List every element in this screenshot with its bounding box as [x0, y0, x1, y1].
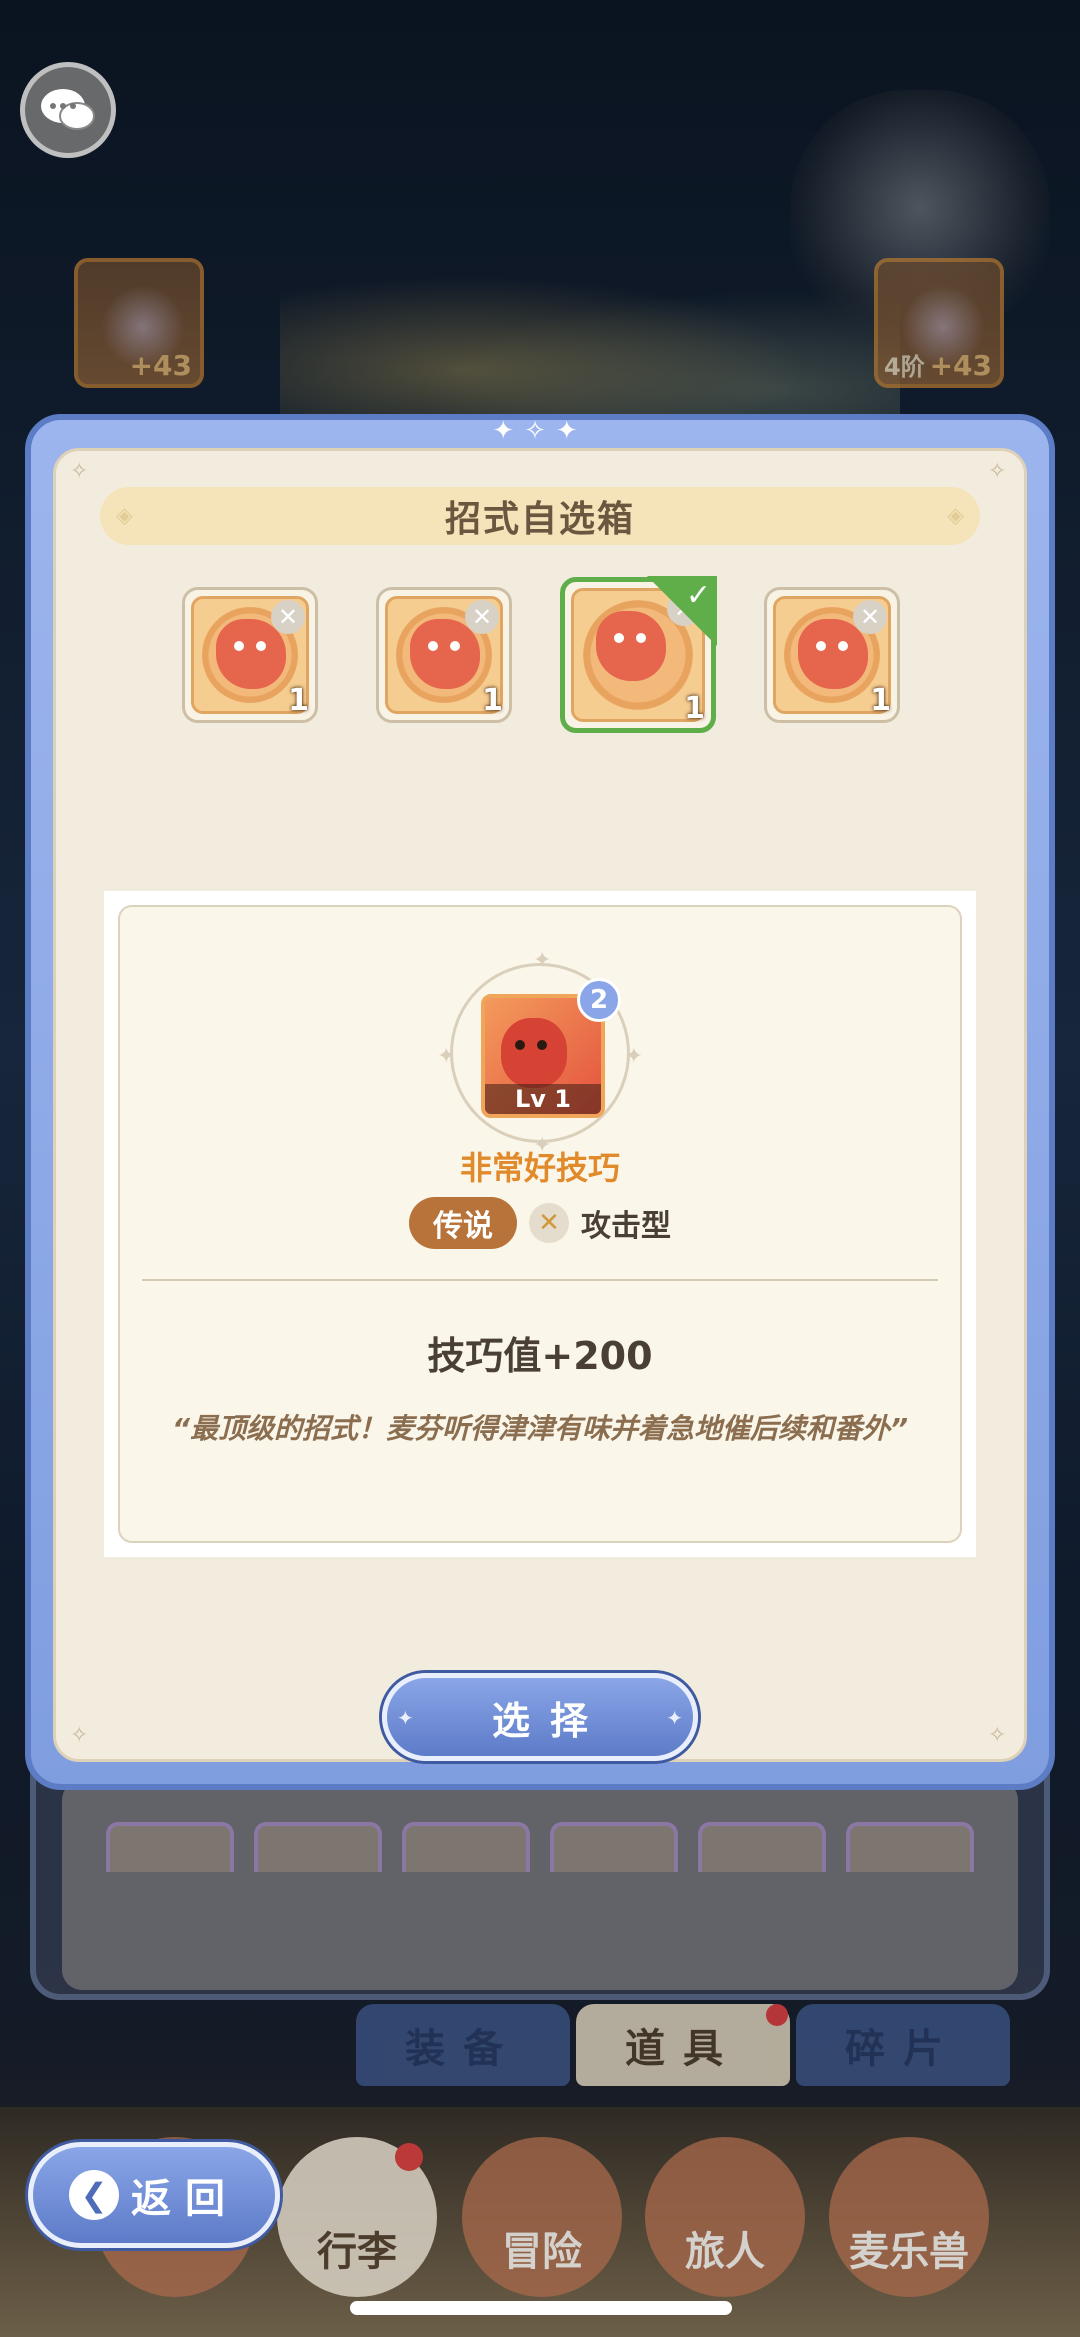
attack-type-icon: ✕ [271, 600, 305, 634]
sparkle-icon: ✦ [533, 948, 552, 973]
rank-badge: 2 [577, 978, 621, 1022]
checkmark-icon: ✓ [647, 576, 717, 646]
select-button[interactable]: ✦ 选择 ✦ [382, 1673, 698, 1761]
attack-type-icon: ✕ [853, 600, 887, 634]
skill-detail-body: ✦ ✦ ✦ ✦ Lv 1 2 非常好技巧 传说 ✕ 攻击型 技巧值+200 “最… [118, 905, 962, 1543]
divider [142, 1279, 938, 1281]
corner-ornament-icon: ✧ [70, 1723, 89, 1748]
skill-tags: 传说 ✕ 攻击型 [120, 1197, 960, 1249]
nav-traveler-label: 旅人 [685, 2229, 765, 2275]
inventory-slots [106, 1822, 974, 1872]
sparkle-icon: ✦ [397, 1706, 414, 1730]
tab-items-label: 道具 [625, 2026, 741, 2072]
skill-type: 攻击型 [581, 1209, 671, 1244]
tab-items[interactable]: 道具 [576, 2004, 790, 2086]
modal-title: 招式自选箱 [444, 499, 635, 540]
tab-equipment[interactable]: 装备 [356, 2004, 570, 2086]
nav-item-luggage[interactable]: 行李 [277, 2137, 437, 2297]
equipment-plus: +43 [129, 349, 192, 382]
inventory-slot[interactable] [402, 1822, 530, 1872]
notification-dot [395, 2143, 423, 2171]
inventory-slot[interactable] [106, 1822, 234, 1872]
corner-ornament-icon: ✧ [70, 459, 89, 484]
skill-emblem: ✦ ✦ ✦ ✦ Lv 1 2 [437, 948, 643, 1158]
chat-button[interactable] [20, 62, 116, 158]
sparkle-icon: ✦ [437, 1044, 456, 1069]
attack-type-icon: ✕ [465, 600, 499, 634]
inventory-slot[interactable] [550, 1822, 678, 1872]
select-label: 选择 [491, 1698, 608, 1743]
inventory-slot[interactable] [846, 1822, 974, 1872]
inventory-grid-area [62, 1780, 1018, 1990]
option-count: 1 [870, 683, 891, 718]
nav-adventure-label: 冒险 [502, 2229, 582, 2275]
modal-body: ✧ ✧ ✧ ✧ ◈ 招式自选箱 ◈ ✕ 1 ✕ 1 ✕ 1 ✓ ✕ 1 ✦ ✦ … [53, 448, 1027, 1762]
equipment-slot-right[interactable]: 4阶 +43 [874, 258, 1004, 388]
back-button[interactable]: ❮ 返回 [28, 2142, 280, 2248]
skill-option[interactable]: ✕ 1 [182, 587, 318, 723]
equipment-slot-left[interactable]: +43 [74, 258, 204, 388]
nav-luggage-label: 行李 [317, 2229, 397, 2275]
skill-quote: “最顶级的招式！麦芬听得津津有味并着急地催后续和番外” [171, 1412, 909, 1445]
inventory-tabs: 装备 道具 碎片 [356, 2004, 1010, 2086]
skill-options: ✕ 1 ✕ 1 ✕ 1 ✓ ✕ 1 [182, 576, 900, 733]
skill-name: 非常好技巧 [459, 1149, 620, 1187]
inventory-slot[interactable] [254, 1822, 382, 1872]
corner-ornament-icon: ✧ [988, 459, 1007, 484]
back-arrow-icon: ❮ [69, 2170, 119, 2220]
nav-item-traveler[interactable]: 旅人 [645, 2137, 805, 2297]
notification-dot [766, 2004, 788, 2026]
rarity-badge: 传说 [409, 1197, 517, 1249]
equipment-plus: +43 [929, 349, 992, 382]
option-count: 1 [288, 683, 309, 718]
corner-ornament-icon: ✧ [988, 1723, 1007, 1748]
sparkle-icon: ✦ [624, 1044, 643, 1069]
modal-ornament-icon: ✦✧✦ [492, 416, 588, 446]
chat-bubbles-icon [41, 89, 95, 130]
tab-fragments[interactable]: 碎片 [796, 2004, 1010, 2086]
nav-item-adventure[interactable]: 冒险 [462, 2137, 622, 2297]
skill-detail-card: ✦ ✦ ✦ ✦ Lv 1 2 非常好技巧 传说 ✕ 攻击型 技巧值+200 “最… [104, 891, 976, 1557]
option-count: 1 [482, 683, 503, 718]
modal-title-bar: ◈ 招式自选箱 ◈ [100, 487, 980, 545]
sparkle-icon: ✦ [666, 1706, 683, 1730]
skill-option[interactable]: ✕ 1 [376, 587, 512, 723]
option-count: 1 [684, 691, 705, 726]
crossed-swords-icon: ✕ [529, 1203, 569, 1243]
skill-option[interactable]: ✕ 1 [764, 587, 900, 723]
home-indicator[interactable] [350, 2301, 732, 2315]
equipment-tier: 4阶 [884, 353, 925, 381]
skill-level: Lv 1 [485, 1084, 601, 1114]
back-label: 返回 [131, 2176, 239, 2222]
skill-select-modal: ✦✧✦ ✧ ✧ ✧ ✧ ◈ 招式自选箱 ◈ ✕ 1 ✕ 1 ✕ 1 ✓ ✕ 1 … [25, 414, 1055, 1790]
nav-beast-label: 麦乐兽 [849, 2229, 969, 2275]
diamond-icon: ◈ [947, 503, 964, 529]
inventory-slot[interactable] [698, 1822, 826, 1872]
skill-option-selected[interactable]: ✕ 1 ✓ [560, 576, 717, 733]
skill-stat: 技巧值+200 [427, 1334, 653, 1378]
diamond-icon: ◈ [116, 503, 133, 529]
nav-item-beast[interactable]: 麦乐兽 [829, 2137, 989, 2297]
